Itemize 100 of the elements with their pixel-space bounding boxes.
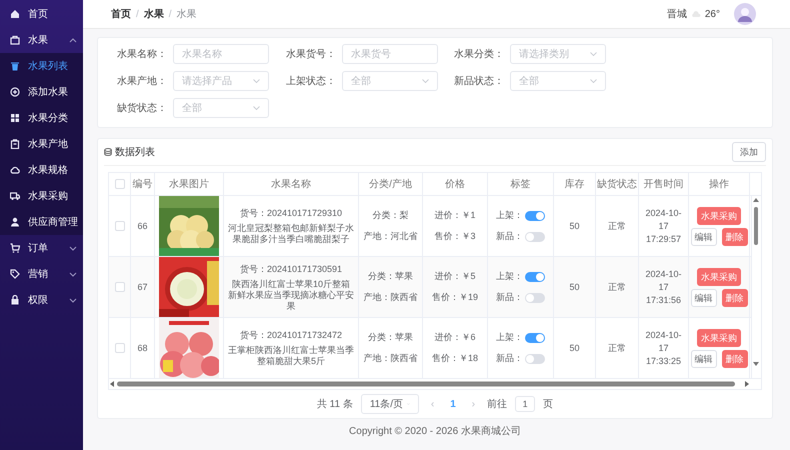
breadcrumb-separator: / — [168, 8, 172, 20]
page-size-select[interactable]: 11条/页 — [360, 394, 419, 414]
copyright-text: Copyright © 2020 - 2026 水果商城公司 — [348, 424, 522, 438]
column-header: 缺货状态 — [596, 173, 639, 195]
edit-button[interactable]: 编辑 — [690, 228, 716, 246]
box-icon — [10, 139, 20, 149]
switch-label: 新品： — [496, 291, 523, 304]
chevron-down-icon — [253, 79, 260, 83]
nav-item[interactable]: 水果规格 — [0, 157, 83, 183]
edit-button[interactable]: 编辑 — [690, 288, 716, 306]
table-cell: 正常 — [596, 318, 639, 378]
select-all-checkbox[interactable] — [114, 179, 124, 189]
lock-icon — [10, 295, 20, 305]
breadcrumb-item[interactable]: 首页 — [111, 7, 131, 21]
grid-icon — [10, 113, 20, 123]
nav-item[interactable]: 水果采购 — [0, 183, 83, 209]
nav-item[interactable]: 水果列表 — [0, 53, 83, 79]
row-checkbox[interactable] — [114, 221, 124, 231]
product-code: 货号：202410171729310 — [240, 207, 342, 220]
toggle-switch[interactable] — [525, 232, 545, 242]
row-checkbox[interactable] — [114, 282, 124, 292]
bag-icon — [10, 35, 20, 45]
goto-suffix: 页 — [543, 398, 554, 411]
goto-label: 前往 — [487, 398, 508, 411]
tag-icon — [10, 269, 20, 279]
input-field[interactable]: 水果名称 — [173, 44, 269, 64]
trash-icon — [10, 61, 20, 71]
chevron-down-icon — [590, 79, 597, 83]
column-header: 操作 — [689, 173, 750, 195]
product-code: 货号：202410171732472 — [240, 329, 342, 342]
filter-label: 上架状态： — [285, 74, 337, 88]
filter-label: 水果分类： — [453, 48, 505, 61]
chevron-down-icon — [253, 106, 260, 110]
table-cell: 68 — [131, 318, 155, 378]
origin-text: 产地：河北省 — [364, 230, 418, 243]
toggle-switch[interactable] — [525, 332, 545, 342]
nav-item[interactable]: 营销 — [0, 261, 83, 287]
product-name: 河北皇冠梨整箱包邮新鲜梨子水果脆甜多汁当季白嘴脆甜梨子 — [227, 223, 355, 245]
switch-label: 上架： — [496, 209, 523, 222]
sale-price: 售价：￥19 — [432, 291, 478, 304]
table-cell: 正常 — [596, 196, 639, 256]
column-header: 编号 — [131, 173, 155, 195]
page-input[interactable]: 1 — [515, 396, 536, 412]
filter-label: 水果名称： — [116, 48, 168, 61]
cloud-icon — [10, 165, 20, 175]
category-text: 分类：梨 — [372, 209, 408, 222]
origin-text: 产地：陕西省 — [364, 352, 418, 365]
nav-item[interactable]: 订单 — [0, 235, 83, 261]
add-button[interactable]: 添加 — [732, 142, 766, 162]
nav-item[interactable]: 权限 — [0, 287, 83, 313]
chevron-down-icon — [69, 272, 77, 276]
table-cell: 50 — [554, 196, 596, 256]
nav-item[interactable]: 供应商管理 — [0, 209, 83, 235]
product-name: 陕西洛川红富士苹果10斤整箱新鲜水果应当季现摘冰糖心平安果 — [227, 278, 355, 312]
table-cell: 正常 — [596, 257, 639, 317]
table-cell: 66 — [131, 196, 155, 256]
avatar-icon — [734, 3, 756, 25]
breadcrumb-separator: / — [136, 8, 139, 20]
column-header: 水果名称 — [224, 173, 359, 195]
column-header: 标签 — [488, 173, 554, 195]
nav-item[interactable]: 水果 — [0, 27, 83, 53]
toggle-switch[interactable] — [525, 292, 545, 302]
product-name: 王掌柜陕西洛川红富士苹果当季整箱脆甜大果5斤 — [227, 345, 355, 367]
toggle-switch[interactable] — [525, 354, 545, 364]
filter-label: 水果产地： — [116, 74, 168, 88]
table-cell: 50 — [554, 257, 596, 317]
total-count: 共 11 条 — [316, 398, 353, 411]
nav-item[interactable]: 添加水果 — [0, 79, 83, 105]
chevron-down-icon — [69, 298, 77, 302]
nav-item[interactable]: 水果分类 — [0, 105, 83, 131]
chevron-up-icon — [69, 38, 77, 42]
row-checkbox[interactable] — [114, 343, 124, 353]
chevron-down-icon — [69, 246, 77, 250]
breadcrumb-item[interactable]: 水果 — [144, 7, 164, 21]
nav-item[interactable]: 首页 — [0, 1, 83, 27]
sale-price: 售价：￥18 — [432, 352, 478, 365]
toggle-switch[interactable] — [525, 210, 545, 220]
origin-text: 产地：陕西省 — [364, 291, 418, 304]
database-icon — [104, 148, 112, 156]
toggle-switch[interactable] — [525, 272, 545, 282]
cost-price: 进价：￥5 — [434, 270, 476, 283]
cost-price: 进价：￥1 — [434, 209, 476, 222]
category-text: 分类：苹果 — [368, 331, 413, 344]
filter-label: 新品状态： — [453, 74, 505, 88]
table-cell: 2024-10-17 17:31:56 — [639, 257, 689, 317]
filter-label: 水果货号： — [285, 48, 337, 61]
chevron-down-icon — [590, 52, 597, 56]
edit-button[interactable]: 编辑 — [690, 350, 716, 368]
city-name: 晋城 — [666, 8, 687, 21]
input-field[interactable]: 水果货号 — [342, 44, 438, 64]
home-icon — [10, 9, 20, 19]
truck-icon — [10, 191, 20, 201]
product-code: 货号：202410171730591 — [240, 262, 342, 276]
column-header: 库存 — [554, 173, 596, 195]
column-header: 开售时间 — [639, 173, 689, 195]
nav-item[interactable]: 水果产地 — [0, 131, 83, 157]
column-header: 水果图片 — [155, 173, 224, 195]
table-cell: 50 — [554, 318, 596, 378]
switch-label: 新品： — [496, 230, 523, 243]
sale-price: 售价：￥3 — [434, 230, 476, 243]
